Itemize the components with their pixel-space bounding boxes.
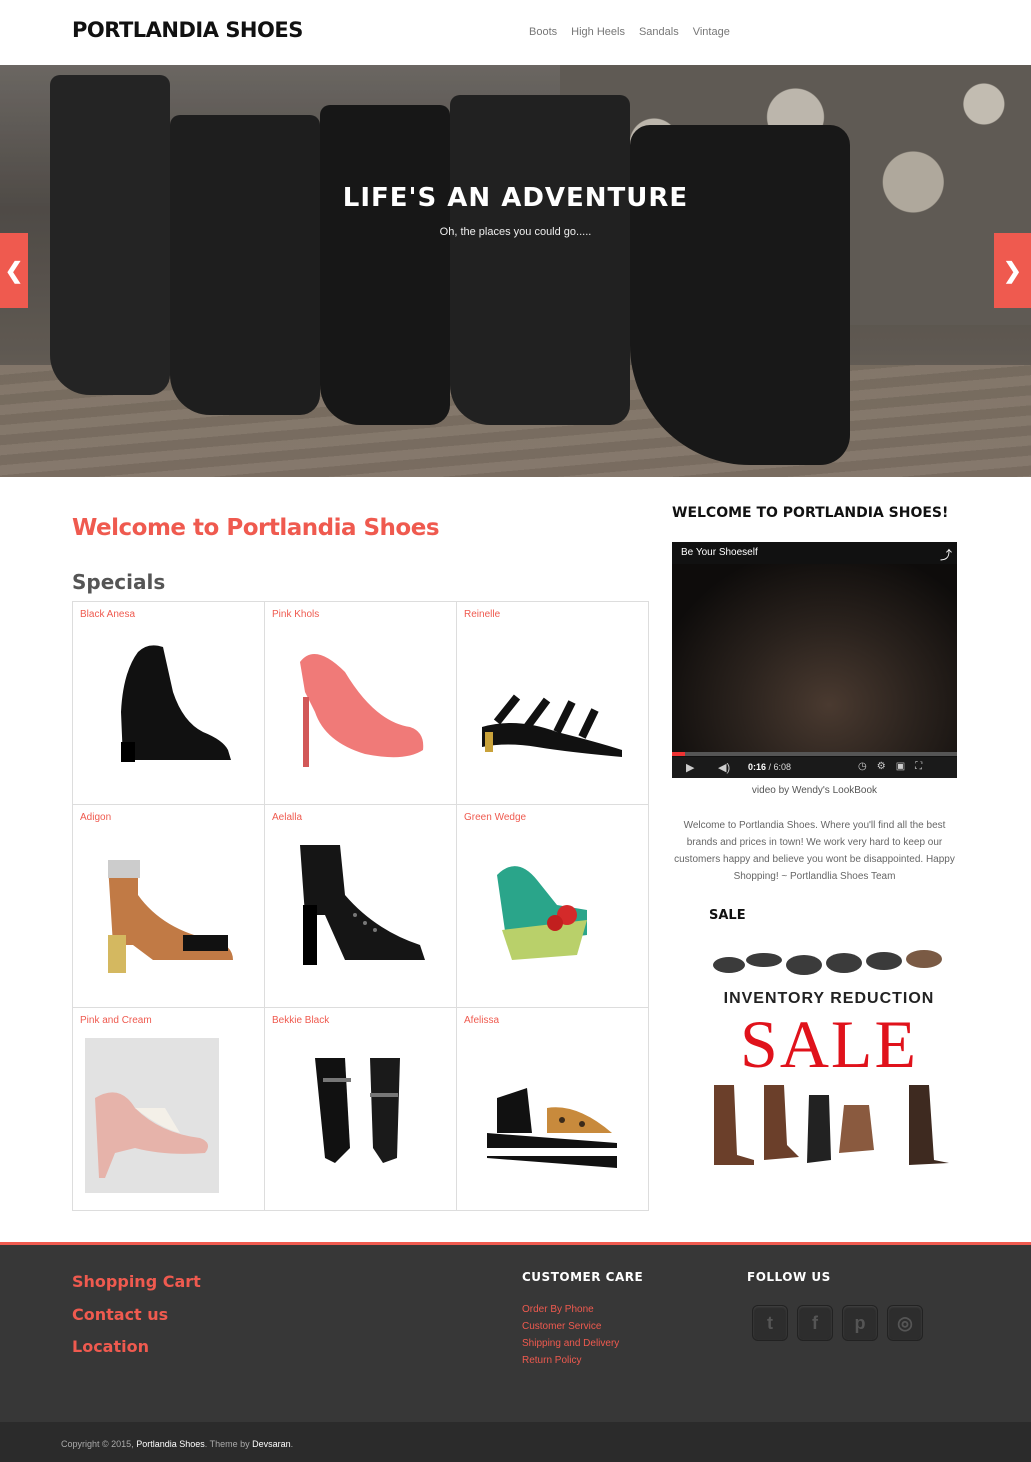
video-progress-bar[interactable] [672,752,957,756]
video-control-icons: ◷ ⚙ ▣ ⛶ [858,761,922,772]
footer-link-shopping-cart[interactable]: Shopping Cart [72,1272,201,1291]
product-name[interactable]: Green Wedge [464,812,526,823]
product-card[interactable]: Adigon [73,805,265,1008]
product-card[interactable]: Black Anesa [73,602,265,805]
video-frame[interactable] [672,564,957,752]
product-image[interactable] [285,835,435,995]
care-link-customer-service[interactable]: Customer Service [522,1321,601,1332]
footer-link-location[interactable]: Location [72,1337,149,1356]
settings-gear-icon[interactable]: ⚙ [877,761,886,772]
care-link-return-policy[interactable]: Return Policy [522,1355,581,1366]
fullscreen-icon[interactable]: ⛶ [915,761,922,772]
sale-banner[interactable]: INVENTORY REDUCTION SALE [709,935,949,1167]
care-link-shipping-delivery[interactable]: Shipping and Delivery [522,1338,619,1349]
video-time: 0:16 / 6:08 [748,762,791,772]
sale-banner-line2: SALE [740,1006,918,1082]
sidebar-title: WELCOME TO PORTLANDIA SHOES! [672,505,949,521]
product-name[interactable]: Aelalla [272,812,302,823]
product-name[interactable]: Black Anesa [80,609,135,620]
product-image[interactable] [85,1038,219,1193]
product-card[interactable]: Pink and Cream [73,1008,265,1211]
nav-item-boots[interactable]: Boots [529,26,557,38]
follow-us-heading: FOLLOW US [747,1270,831,1284]
slider-prev-button[interactable]: ❮ [0,233,28,308]
product-name[interactable]: Reinelle [464,609,500,620]
hero-overlay [0,65,1031,477]
customer-care-heading: CUSTOMER CARE [522,1270,644,1284]
twitter-icon[interactable]: t [752,1305,788,1341]
video-player[interactable]: Be Your Shoeself ⤴ ▶ ◀) 0:16 / 6:08 ◷ ⚙ … [672,542,957,778]
product-card[interactable]: Pink Khols [265,602,457,805]
sale-heading: SALE [709,908,746,923]
product-name[interactable]: Pink and Cream [80,1015,152,1026]
video-title[interactable]: Be Your Shoeself [681,547,758,558]
site-logo[interactable]: PORTLANDIA SHOES [72,18,303,42]
copyright-author-link[interactable]: Devsaran [252,1439,291,1449]
page-title: Welcome to Portlandia Shoes [72,515,440,541]
video-caption: video by Wendy's LookBook [751,785,878,796]
video-duration: / 6:08 [768,762,792,772]
video-controls: ▶ ◀) 0:16 / 6:08 ◷ ⚙ ▣ ⛶ [672,757,957,778]
main-nav: Boots High Heels Sandals Vintage [529,26,744,38]
watch-later-icon[interactable]: ◷ [858,761,867,772]
nav-item-sandals[interactable]: Sandals [639,26,679,38]
product-image[interactable] [285,632,435,792]
hero-title: LIFE'S AN ADVENTURE [342,183,689,213]
nav-item-vintage[interactable]: Vintage [693,26,730,38]
product-image[interactable] [477,835,627,995]
youtube-logo-icon[interactable]: ▣ [896,761,905,772]
product-card[interactable]: Green Wedge [457,805,649,1008]
care-link-order-by-phone[interactable]: Order By Phone [522,1304,594,1315]
product-name[interactable]: Bekkie Black [272,1015,329,1026]
share-icon[interactable]: ⤴ [940,546,952,563]
site-header: PORTLANDIA SHOES Boots High Heels Sandal… [0,0,1031,65]
nav-item-high-heels[interactable]: High Heels [571,26,625,38]
welcome-text: Welcome to Portlandia Shoes. Where you'l… [674,820,955,882]
facebook-icon[interactable]: f [797,1305,833,1341]
product-grid: Black Anesa Pink Khols Reinelle Adigon A… [72,601,649,1211]
product-name[interactable]: Adigon [80,812,111,823]
product-card[interactable]: Reinelle [457,602,649,805]
product-card[interactable]: Afelissa [457,1008,649,1211]
hero-subtitle: Oh, the places you could go..... [439,226,592,238]
play-icon[interactable]: ▶ [686,761,694,774]
product-image[interactable] [93,835,243,995]
product-name[interactable]: Pink Khols [272,609,319,620]
copyright-text: Copyright © 2015, Portlandia Shoes. Them… [61,1439,293,1449]
copyright-prefix: Copyright © 2015, [61,1439,134,1449]
chevron-right-icon: ❯ [1003,257,1022,283]
slider-next-button[interactable]: ❯ [994,233,1031,308]
product-image[interactable] [285,1038,435,1198]
video-progress-fill [672,752,685,756]
product-card[interactable]: Bekkie Black [265,1008,457,1211]
product-image[interactable] [477,1038,627,1198]
instagram-icon[interactable]: ◎ [887,1305,923,1341]
pinterest-icon[interactable]: p [842,1305,878,1341]
specials-heading: Specials [72,570,166,594]
copyright-mid: . Theme by [204,1439,250,1449]
chevron-left-icon: ❮ [4,257,24,283]
copyright-end: . [290,1439,294,1449]
product-image[interactable] [477,632,627,792]
footer-link-contact-us[interactable]: Contact us [72,1305,168,1324]
volume-icon[interactable]: ◀) [718,761,730,774]
copyright-bar: Copyright © 2015, Portlandia Shoes. Them… [0,1422,1031,1462]
product-name[interactable]: Afelissa [464,1015,499,1026]
copyright-site-link[interactable]: Portlandia Shoes [136,1439,205,1449]
hero-slider: LIFE'S AN ADVENTURE Oh, the places you c… [0,65,1031,477]
product-card[interactable]: Aelalla [265,805,457,1008]
video-current-time: 0:16 [748,762,767,772]
product-image[interactable] [93,632,243,792]
